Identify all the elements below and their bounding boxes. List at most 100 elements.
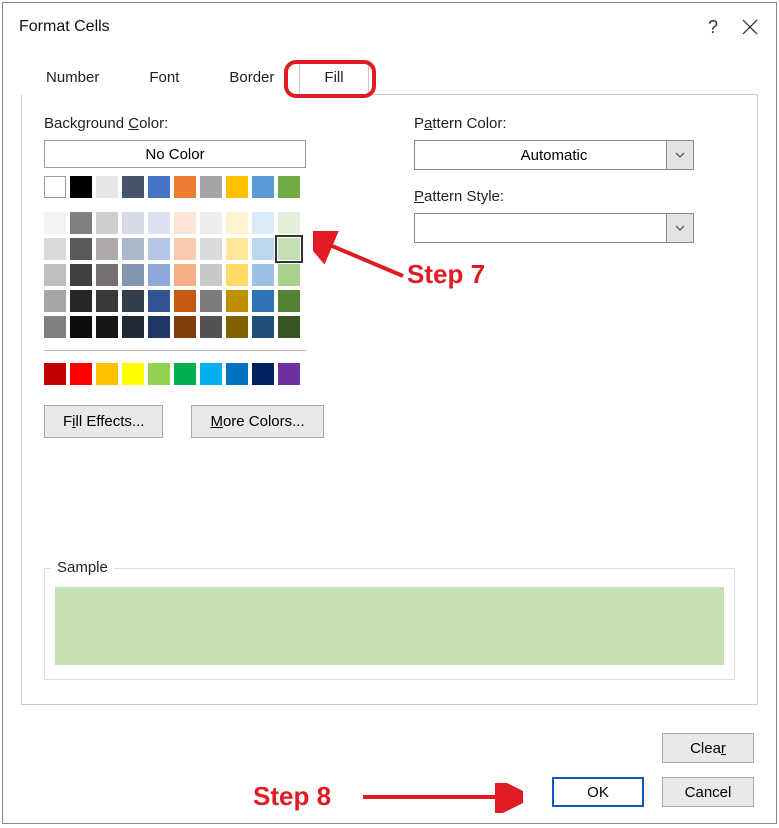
- no-color-button[interactable]: No Color: [44, 140, 306, 168]
- color-swatch[interactable]: [252, 176, 274, 198]
- color-swatch[interactable]: [174, 290, 196, 312]
- color-swatch[interactable]: [70, 264, 92, 286]
- color-swatch[interactable]: [96, 176, 118, 198]
- color-swatch[interactable]: [122, 316, 144, 338]
- help-button[interactable]: ?: [708, 17, 718, 38]
- color-swatch[interactable]: [44, 176, 66, 198]
- color-swatch[interactable]: [148, 238, 170, 260]
- color-swatch[interactable]: [226, 363, 248, 385]
- pattern-color-select[interactable]: Automatic: [414, 140, 694, 170]
- color-swatch[interactable]: [252, 212, 274, 234]
- pattern-style-dropdown-button[interactable]: [666, 213, 694, 243]
- titlebar: Format Cells ?: [3, 3, 776, 51]
- dialog-title: Format Cells: [19, 18, 110, 36]
- color-swatch[interactable]: [200, 316, 222, 338]
- color-swatch[interactable]: [70, 290, 92, 312]
- color-swatch[interactable]: [278, 238, 300, 260]
- fill-effects-button[interactable]: Fill Effects...: [44, 405, 163, 438]
- color-swatch[interactable]: [96, 212, 118, 234]
- color-swatch[interactable]: [200, 238, 222, 260]
- color-swatch[interactable]: [122, 363, 144, 385]
- tab-number[interactable]: Number: [21, 60, 124, 95]
- color-swatch[interactable]: [200, 264, 222, 286]
- color-swatch[interactable]: [252, 264, 274, 286]
- color-swatch[interactable]: [96, 264, 118, 286]
- color-swatch[interactable]: [174, 316, 196, 338]
- color-swatch[interactable]: [226, 212, 248, 234]
- color-swatch[interactable]: [226, 176, 248, 198]
- color-swatch[interactable]: [148, 212, 170, 234]
- color-swatch[interactable]: [174, 363, 196, 385]
- close-icon: [742, 19, 758, 35]
- more-colors-button[interactable]: More Colors...: [191, 405, 323, 438]
- tab-border[interactable]: Border: [204, 60, 299, 95]
- color-palette: [44, 176, 354, 385]
- color-swatch[interactable]: [200, 363, 222, 385]
- background-color-label: Background Color:: [44, 115, 354, 132]
- color-swatch[interactable]: [278, 363, 300, 385]
- sample-label: Sample: [51, 559, 114, 576]
- color-swatch[interactable]: [122, 212, 144, 234]
- tab-bar: Number Font Border Fill: [21, 59, 758, 95]
- pattern-color-label: Pattern Color:: [414, 115, 735, 132]
- color-swatch[interactable]: [70, 212, 92, 234]
- color-swatch[interactable]: [122, 238, 144, 260]
- color-swatch[interactable]: [44, 238, 66, 260]
- color-swatch[interactable]: [44, 290, 66, 312]
- color-swatch[interactable]: [174, 212, 196, 234]
- pattern-style-label: Pattern Style:: [414, 188, 735, 205]
- tab-fill[interactable]: Fill: [299, 60, 368, 95]
- sample-swatch: [55, 587, 724, 665]
- color-swatch[interactable]: [70, 176, 92, 198]
- color-swatch[interactable]: [70, 363, 92, 385]
- format-cells-dialog: Format Cells ? Number Font Border Fill B…: [2, 2, 777, 824]
- close-button[interactable]: [740, 17, 760, 37]
- color-swatch[interactable]: [44, 212, 66, 234]
- color-swatch[interactable]: [44, 316, 66, 338]
- color-swatch[interactable]: [122, 176, 144, 198]
- color-swatch[interactable]: [122, 290, 144, 312]
- color-swatch[interactable]: [174, 264, 196, 286]
- color-swatch[interactable]: [226, 316, 248, 338]
- color-swatch[interactable]: [252, 363, 274, 385]
- ok-button[interactable]: OK: [552, 777, 644, 807]
- color-swatch[interactable]: [96, 363, 118, 385]
- dialog-content: Number Font Border Fill Background Color…: [3, 51, 776, 723]
- color-swatch[interactable]: [278, 316, 300, 338]
- color-swatch[interactable]: [226, 238, 248, 260]
- color-swatch[interactable]: [96, 290, 118, 312]
- color-swatch[interactable]: [122, 264, 144, 286]
- color-swatch[interactable]: [70, 316, 92, 338]
- color-swatch[interactable]: [148, 363, 170, 385]
- color-swatch[interactable]: [44, 264, 66, 286]
- color-swatch[interactable]: [96, 238, 118, 260]
- color-swatch[interactable]: [148, 176, 170, 198]
- clear-button[interactable]: Clear: [662, 733, 754, 763]
- color-swatch[interactable]: [226, 290, 248, 312]
- chevron-down-icon: [675, 152, 685, 158]
- color-swatch[interactable]: [174, 238, 196, 260]
- color-swatch[interactable]: [148, 264, 170, 286]
- color-swatch[interactable]: [148, 316, 170, 338]
- color-swatch[interactable]: [278, 290, 300, 312]
- color-swatch[interactable]: [70, 238, 92, 260]
- color-swatch[interactable]: [44, 363, 66, 385]
- color-swatch[interactable]: [148, 290, 170, 312]
- pattern-style-select[interactable]: [414, 213, 694, 243]
- pattern-color-dropdown-button[interactable]: [666, 140, 694, 170]
- color-swatch[interactable]: [252, 290, 274, 312]
- color-swatch[interactable]: [278, 176, 300, 198]
- color-swatch[interactable]: [252, 316, 274, 338]
- color-swatch[interactable]: [200, 212, 222, 234]
- color-swatch[interactable]: [174, 176, 196, 198]
- color-swatch[interactable]: [226, 264, 248, 286]
- color-swatch[interactable]: [278, 212, 300, 234]
- color-swatch[interactable]: [252, 238, 274, 260]
- color-swatch[interactable]: [96, 316, 118, 338]
- color-swatch[interactable]: [200, 176, 222, 198]
- color-swatch[interactable]: [200, 290, 222, 312]
- tab-font[interactable]: Font: [124, 60, 204, 95]
- color-swatch[interactable]: [278, 264, 300, 286]
- pattern-color-value: Automatic: [521, 147, 588, 164]
- cancel-button[interactable]: Cancel: [662, 777, 754, 807]
